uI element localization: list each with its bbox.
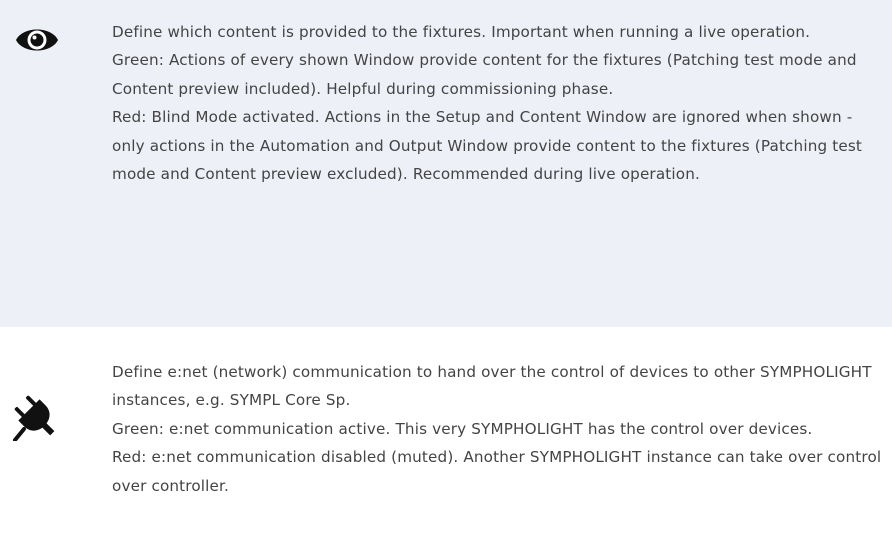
enet-mute-description: Define e:net (network) communication to …: [112, 358, 882, 500]
blind-mode-green: Green: Actions of every shown Window pro…: [112, 51, 857, 98]
enet-mute-red: Red: e:net communication disabled (muted…: [112, 448, 882, 495]
plug-icon: [12, 393, 60, 441]
help-table: Define which content is provided to the …: [0, 0, 892, 537]
enet-mute-green: Green: e:net communication active. This …: [112, 419, 813, 438]
blind-mode-row: Define which content is provided to the …: [0, 0, 892, 327]
blind-mode-red: Red: Blind Mode activated. Actions in th…: [112, 108, 863, 184]
enet-mute-intro: Define e:net (network) communication to …: [112, 363, 872, 410]
blind-mode-intro: Define which content is provided to the …: [112, 23, 811, 41]
enet-mute-row: Define e:net (network) communication to …: [0, 327, 892, 537]
blind-mode-description: Define which content is provided to the …: [112, 18, 882, 188]
eye-icon: [14, 20, 60, 60]
